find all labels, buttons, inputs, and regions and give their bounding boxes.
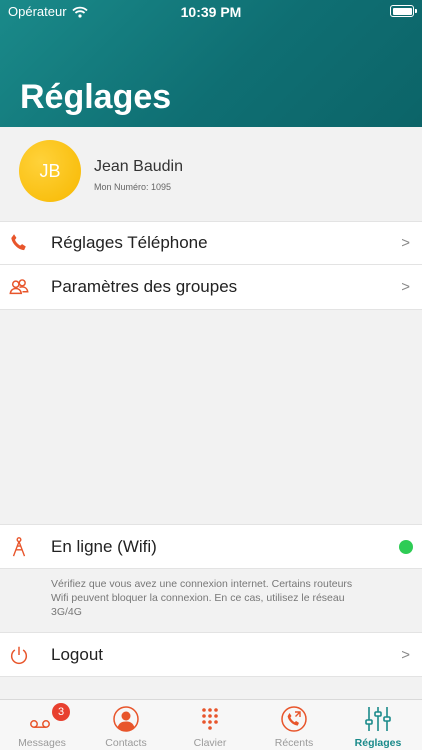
unread-badge: 3: [52, 703, 70, 721]
menu-item-phone-settings[interactable]: Réglages Téléphone >: [0, 221, 422, 265]
battery-icon: [390, 5, 417, 17]
chevron-right-icon: >: [401, 278, 410, 296]
connection-label: En ligne (Wifi): [51, 536, 157, 556]
menu-item-label: Réglages Téléphone: [51, 233, 208, 252]
tab-messages[interactable]: 3 Messages: [0, 700, 84, 750]
tab-label: Messages: [18, 737, 66, 749]
connection-note: Vérifiez que vous avez une connexion int…: [51, 578, 353, 618]
profile[interactable]: JB Jean Baudin Mon Numéro: 1095: [0, 127, 422, 221]
contact-icon: [113, 706, 139, 732]
phone-icon: [11, 234, 26, 251]
tab-recents[interactable]: Récents: [252, 700, 336, 750]
profile-name: Jean Baudin: [94, 158, 183, 175]
profile-number: Mon Numéro: 1095: [94, 182, 172, 192]
keypad-icon: [202, 708, 218, 730]
online-status-dot: [399, 539, 413, 554]
header: Opérateur 10:39 PM Réglages: [0, 0, 422, 127]
power-icon: [10, 646, 28, 664]
tab-keypad[interactable]: Clavier: [168, 700, 252, 750]
page-title: Réglages: [20, 78, 172, 116]
menu-item-label: Paramètres des groupes: [51, 277, 238, 296]
logout-label: Logout: [51, 644, 103, 664]
sliders-icon: [365, 707, 391, 731]
recent-calls-icon: [281, 706, 307, 732]
logout-button[interactable]: Logout >: [0, 632, 422, 677]
status-bar: Opérateur 10:39 PM: [0, 0, 422, 24]
tab-label: Clavier: [193, 737, 227, 749]
tab-label: Récents: [274, 737, 314, 749]
group-icon: [9, 279, 29, 295]
connection-status: En ligne (Wifi): [0, 524, 422, 569]
tab-contacts[interactable]: Contacts: [84, 700, 168, 750]
tab-bar: 3 Messages Contacts Clavier Récents Régl…: [0, 699, 422, 750]
tab-label: Contacts: [105, 737, 147, 749]
menu-item-group-settings[interactable]: Paramètres des groupes >: [0, 264, 422, 310]
avatar: JB: [19, 140, 81, 202]
chevron-right-icon: >: [401, 646, 410, 663]
antenna-icon: [12, 536, 26, 556]
tab-label: Réglages: [354, 737, 402, 749]
tab-settings[interactable]: Réglages: [336, 700, 420, 750]
clock: 10:39 PM: [180, 4, 242, 20]
chevron-right-icon: >: [401, 234, 410, 252]
